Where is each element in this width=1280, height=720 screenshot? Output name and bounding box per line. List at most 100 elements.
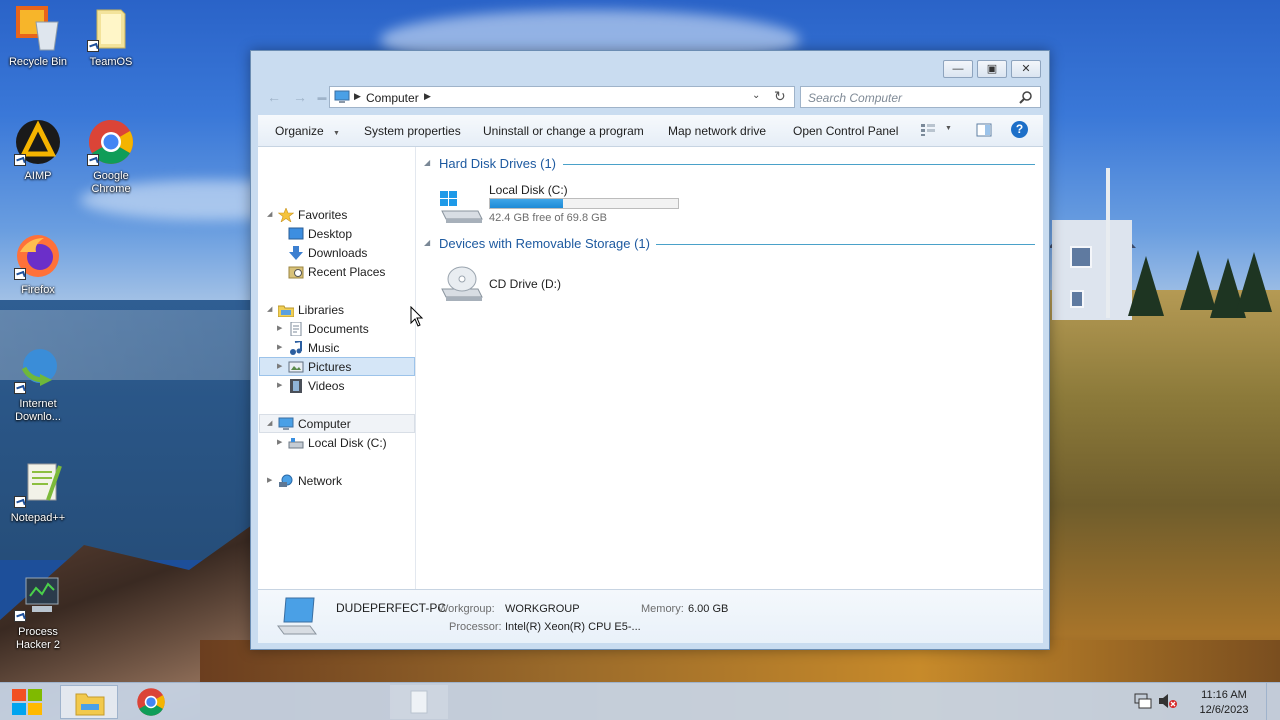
hard-disk-icon <box>288 436 304 450</box>
aimp-icon <box>14 118 62 166</box>
shortcut-arrow-icon <box>87 40 99 52</box>
maximize-button[interactable]: ▣ <box>977 60 1007 78</box>
documents-icon <box>288 321 304 337</box>
system-properties-button[interactable]: System properties <box>364 124 461 138</box>
refresh-icon[interactable]: ↻ <box>774 88 786 105</box>
computer-icon <box>334 90 350 107</box>
chevron-down-icon: ▼ <box>333 130 340 137</box>
nav-label: Libraries <box>298 303 345 317</box>
desktop-icon-label: Firefox <box>21 284 55 296</box>
nav-label: Videos <box>308 379 345 393</box>
memory-value: 6.00 GB <box>688 603 729 615</box>
map-network-drive-button[interactable]: Map network drive <box>668 124 766 138</box>
clock[interactable]: 11:16 AM 12/6/2023 <box>1186 688 1262 718</box>
drive-local-disk-c[interactable]: Local Disk (C:) 42.4 GB free of 69.8 GB <box>436 183 686 233</box>
breadcrumb-computer[interactable]: Computer <box>366 91 419 105</box>
collapse-arrow-icon[interactable]: ◢ <box>267 206 272 224</box>
nav-label: Music <box>308 341 340 355</box>
workgroup-value: WORKGROUP <box>505 603 580 615</box>
nav-favorites[interactable]: ◢ Favorites <box>267 206 408 224</box>
view-options-chevron-icon[interactable]: ▼ <box>945 125 952 132</box>
recycle-bin-icon <box>14 4 62 52</box>
desktop-icon <box>288 227 304 241</box>
breadcrumb-separator-icon[interactable]: ▶ <box>424 91 431 102</box>
taskbar-pinned-item-icon[interactable] <box>390 685 448 719</box>
pc-icon <box>276 596 320 641</box>
expand-arrow-icon[interactable]: ▶ <box>277 377 282 395</box>
notepadpp-icon <box>14 460 62 508</box>
forward-button[interactable]: → <box>291 89 309 105</box>
taskbar-explorer-button[interactable] <box>60 685 118 719</box>
start-button[interactable] <box>0 685 52 719</box>
desktop-icon-notepadpp[interactable]: Notepad++ <box>0 460 76 525</box>
minimize-button[interactable]: — <box>943 60 973 78</box>
address-dropdown-icon[interactable]: ⌄ <box>752 90 760 101</box>
drive-c-name: Local Disk (C:) <box>489 183 568 197</box>
desktop-icon-recycle-bin[interactable]: Recycle Bin <box>0 4 76 69</box>
action-center-icon[interactable] <box>1134 693 1152 712</box>
shortcut-arrow-icon <box>14 496 26 508</box>
hard-disk-drives-header[interactable]: Hard Disk Drives (1) <box>439 156 556 171</box>
group-divider <box>563 164 1035 165</box>
folder-icon <box>87 4 135 52</box>
group-collapse-icon[interactable]: ◢ <box>424 238 430 247</box>
expand-arrow-icon[interactable]: ▶ <box>277 339 282 357</box>
group-collapse-icon[interactable]: ◢ <box>424 158 430 167</box>
expand-arrow-icon[interactable]: ▶ <box>277 358 282 376</box>
cd-drive-icon <box>438 263 484 306</box>
breadcrumb-separator-icon: ▶ <box>354 91 361 101</box>
memory-label: Memory: <box>641 603 684 615</box>
clock-time: 11:16 AM <box>1201 689 1247 701</box>
removable-storage-header[interactable]: Devices with Removable Storage (1) <box>439 236 650 251</box>
expand-arrow-icon[interactable]: ▶ <box>277 320 282 338</box>
drive-d-name: CD Drive (D:) <box>489 277 561 291</box>
command-bar: Organize ▼ System properties Uninstall o… <box>258 115 1043 147</box>
windows-drive-icon <box>438 189 484 228</box>
windows-logo-icon <box>12 689 42 715</box>
organize-button[interactable]: Organize ▼ <box>275 124 340 138</box>
change-view-icon[interactable] <box>920 123 936 140</box>
collapse-arrow-icon[interactable]: ◢ <box>267 301 272 319</box>
videos-icon <box>288 379 304 393</box>
details-pane: DUDEPERFECT-PC Workgroup: WORKGROUP Memo… <box>258 589 1043 643</box>
desktop-icon-label: Google Chrome <box>91 170 131 195</box>
preview-pane-icon[interactable] <box>976 123 992 140</box>
volume-muted-icon[interactable] <box>1158 693 1178 712</box>
network-icon <box>278 474 294 488</box>
shortcut-arrow-icon <box>14 382 26 394</box>
expand-arrow-icon[interactable]: ▶ <box>267 472 272 490</box>
expand-arrow-icon[interactable]: ▶ <box>277 434 282 452</box>
desktop-icon-firefox[interactable]: Firefox <box>0 232 76 297</box>
desktop-icon-label: Process Hacker 2 <box>15 626 61 651</box>
desktop-icon-process-hacker[interactable]: Process Hacker 2 <box>0 574 76 652</box>
nav-label: Local Disk (C:) <box>308 436 387 450</box>
workgroup-label: Workgroup: <box>438 603 495 615</box>
drive-c-usage-fill <box>490 199 564 208</box>
show-desktop-button[interactable] <box>1266 683 1280 720</box>
clock-date: 12/6/2023 <box>1199 704 1249 716</box>
desktop-icon-teamos[interactable]: TeamOS <box>73 4 149 69</box>
taskbar: 11:16 AM 12/6/2023 <box>0 682 1280 720</box>
back-button[interactable]: ← <box>265 89 283 105</box>
desktop-icon-chrome[interactable]: Google Chrome <box>73 118 149 196</box>
desktop-icon-idm[interactable]: Internet Downlo... <box>0 346 76 424</box>
uninstall-program-button[interactable]: Uninstall or change a program <box>483 124 644 138</box>
address-bar[interactable]: ▶ Computer ▶ ⌄ ↻ <box>329 86 795 108</box>
help-icon[interactable]: ? <box>1011 121 1028 138</box>
search-box[interactable]: Search Computer <box>800 86 1041 108</box>
shortcut-arrow-icon <box>14 610 26 622</box>
file-explorer-icon <box>75 693 105 716</box>
close-button[interactable]: ✕ <box>1011 60 1041 78</box>
process-hacker-icon <box>14 574 62 622</box>
desktop-icon-aimp[interactable]: AIMP <box>0 118 76 183</box>
chrome-icon <box>137 688 165 716</box>
drive-cd-d[interactable]: CD Drive (D:) <box>436 261 636 305</box>
search-input[interactable]: Search Computer <box>808 91 902 105</box>
nav-label: Downloads <box>308 246 368 260</box>
desktop-icon-label: AIMP <box>24 170 52 182</box>
collapse-arrow-icon[interactable]: ◢ <box>267 415 272 433</box>
chrome-icon <box>87 118 135 166</box>
taskbar-chrome-button[interactable] <box>122 685 180 719</box>
open-control-panel-button[interactable]: Open Control Panel <box>793 124 898 138</box>
search-icon[interactable] <box>1019 90 1033 107</box>
